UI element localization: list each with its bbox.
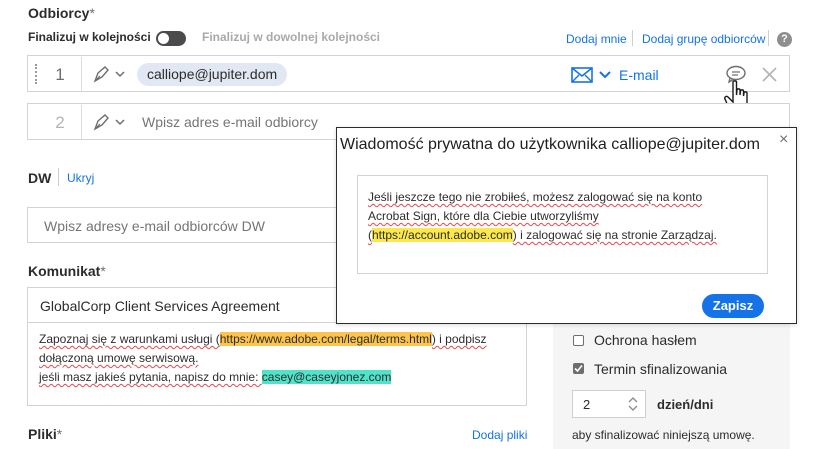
hide-cc-link[interactable]: Ukryj xyxy=(67,171,94,185)
checkmark-icon xyxy=(574,364,583,373)
link-separator xyxy=(58,168,59,186)
password-checkbox[interactable] xyxy=(573,335,584,346)
message-body-text: Zapoznaj się z warunkami usługi (https:/… xyxy=(39,332,487,384)
recipient-row-1: 1 calliope@jupiter.dom E-mail xyxy=(27,55,790,92)
message-body-field[interactable]: Zapoznaj się z warunkami usługi (https:/… xyxy=(27,322,527,406)
days-unit-label: dzień/dni xyxy=(657,397,714,412)
message-subject: GlobalCorp Client Services Agreement xyxy=(40,298,280,314)
recipient-email-chip[interactable]: calliope@jupiter.dom xyxy=(137,63,288,86)
recipient-number: 1 xyxy=(55,65,65,84)
delivery-method-label: E-mail xyxy=(619,67,659,83)
link-separator xyxy=(632,30,633,46)
finalize-any-order-label: Finalizuj w dowolnej kolejności xyxy=(202,30,381,44)
deadline-label: Termin sfinalizowania xyxy=(594,361,728,377)
delivery-method-dropdown[interactable]: E-mail xyxy=(571,66,661,84)
terms-link[interactable]: https://www.adobe.com/legal/terms.html xyxy=(219,332,432,346)
deadline-note: aby sfinalizować niniejszą umowę. xyxy=(572,428,755,442)
popup-title: Wiadomość prywatna do użytkownika callio… xyxy=(340,136,760,153)
options-panel: Ochrona hasłem Termin sfinalizowania 2 d… xyxy=(553,322,790,449)
private-message-textarea[interactable]: Jeśli jeszcze tego nie zrobiłeś, możesz … xyxy=(357,175,768,274)
days-stepper[interactable]: 2 xyxy=(572,390,646,418)
finalize-in-order-label: Finalizuj w kolejności xyxy=(28,30,151,44)
add-files-link[interactable]: Dodaj pliki xyxy=(472,428,527,442)
drag-handle-icon[interactable] xyxy=(35,64,37,84)
private-message-popup: Wiadomość prywatna do użytkownika callio… xyxy=(336,127,797,324)
chevron-down-icon xyxy=(599,71,611,79)
signer-role-dropdown[interactable] xyxy=(92,112,128,132)
stepper-arrows-icon[interactable] xyxy=(627,396,639,412)
link-separator xyxy=(768,30,769,46)
cc-heading: DW xyxy=(28,170,52,186)
message-heading: Komunikat* xyxy=(28,263,106,279)
days-value: 2 xyxy=(583,397,591,412)
pen-icon xyxy=(93,66,125,83)
contact-email-link[interactable]: casey@caseyjonez.com xyxy=(261,370,392,384)
account-link[interactable]: https://account.adobe.com xyxy=(372,228,513,242)
cc-email-input[interactable] xyxy=(42,217,342,235)
pen-icon xyxy=(93,114,125,131)
row-divider xyxy=(81,57,82,91)
save-button[interactable]: Zapisz xyxy=(702,294,764,318)
order-toggle[interactable] xyxy=(156,31,186,46)
row-divider xyxy=(81,105,82,139)
recipient-number: 2 xyxy=(55,113,65,132)
cc-input-box[interactable] xyxy=(27,207,357,243)
recipients-heading: Odbiorcy* xyxy=(28,5,95,21)
add-me-link[interactable]: Dodaj mnie xyxy=(566,32,627,46)
signer-role-dropdown[interactable] xyxy=(92,64,128,84)
files-heading: Pliki* xyxy=(28,426,63,442)
password-protection-label: Ochrona hasłem xyxy=(594,332,697,348)
help-icon[interactable]: ? xyxy=(777,32,792,47)
remove-recipient-icon[interactable] xyxy=(762,67,777,82)
close-icon[interactable]: × xyxy=(779,131,788,149)
private-message-text: Jeśli jeszcze tego nie zrobiłeś, możesz … xyxy=(368,190,717,242)
add-recipient-group-link[interactable]: Dodaj grupę odbiorców xyxy=(642,32,765,46)
deadline-checkbox[interactable] xyxy=(573,363,584,374)
envelope-icon xyxy=(571,67,593,83)
